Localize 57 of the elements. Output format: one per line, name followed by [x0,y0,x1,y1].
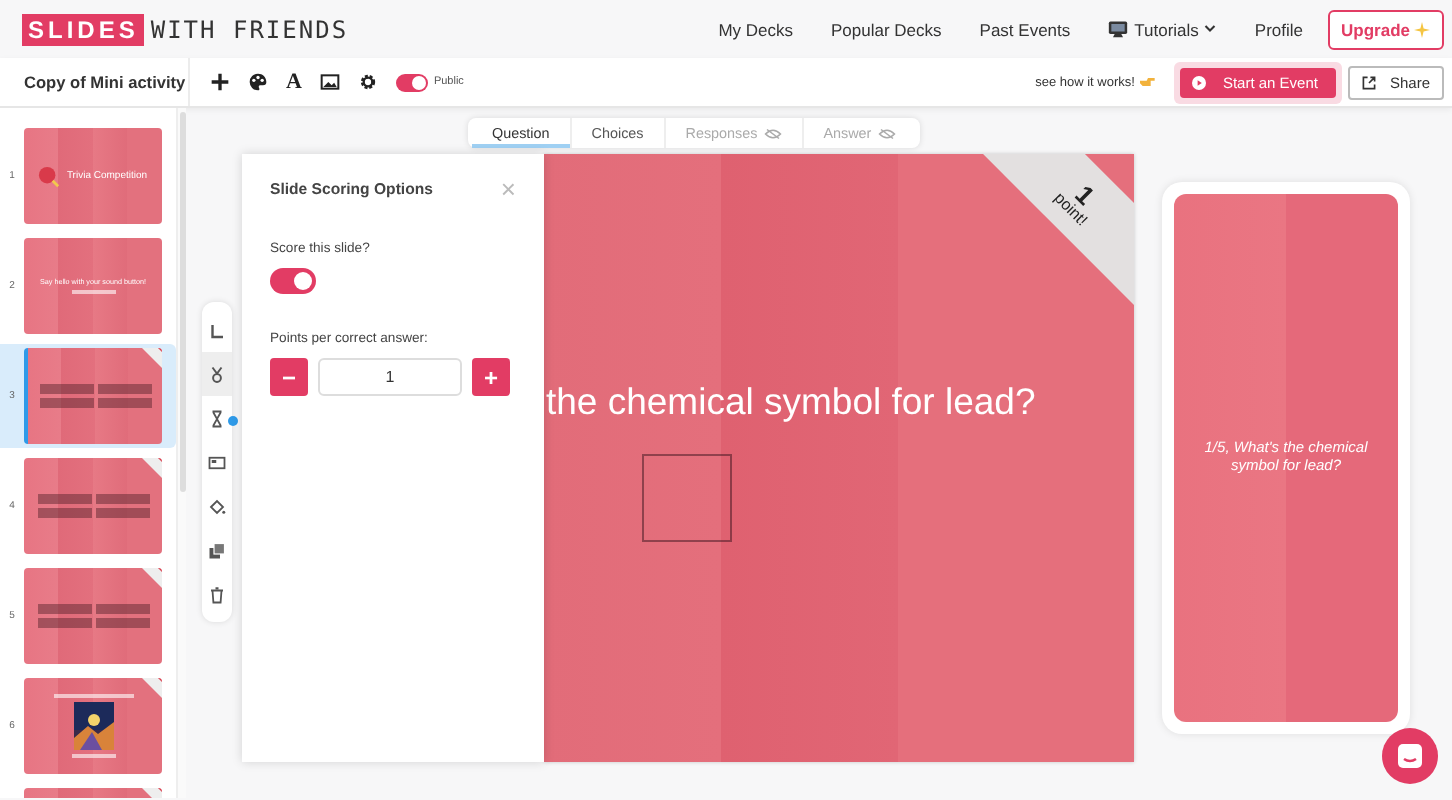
slide-thumbnail[interactable] [24,348,162,444]
play-icon [1192,75,1207,89]
score-toggle[interactable] [270,268,316,294]
choice-bar [95,604,149,614]
slide-thumbnail[interactable] [24,458,162,554]
choice-bar [95,494,149,504]
image-icon [208,453,226,471]
sparkle-icon [1414,21,1430,37]
choice-bar [97,398,151,408]
delete-icon [208,585,226,603]
nav-link[interactable]: My Decks [718,19,793,39]
font-icon[interactable]: A [286,70,302,94]
pointing-hand-icon [1140,76,1157,88]
choice-bar [37,508,91,518]
chat-button[interactable] [1382,728,1438,784]
palette-icon[interactable] [248,72,268,92]
upgrade-button[interactable]: Upgrade [1327,9,1444,49]
nav-link[interactable]: Past Events [979,19,1071,39]
choice-bar [37,618,91,628]
image-icon[interactable] [319,72,340,92]
tutorials-menu[interactable]: Tutorials [1108,19,1217,39]
hidden-eye-icon [763,127,782,139]
choice-bar [97,384,151,394]
monitor-icon [1108,20,1129,38]
tool-button[interactable] [202,352,232,396]
add-icon[interactable] [210,72,230,92]
decrement-button[interactable]: − [270,358,308,396]
points-field[interactable]: 1 [318,358,462,396]
caret-icon [1204,24,1217,34]
hourglass-icon [208,409,226,427]
settings-icon[interactable] [357,72,378,92]
slide-thumbnail[interactable] [24,678,162,774]
deck-title[interactable]: Copy of Mini activity [0,58,190,106]
choice-bar [37,494,91,504]
increment-button[interactable]: + [472,358,510,396]
axis-icon [208,321,226,339]
logo-mark[interactable]: SLIDES [22,13,145,45]
nav-link[interactable]: Popular Decks [831,19,942,39]
choice-bar [39,384,93,394]
public-toggle[interactable] [395,73,428,91]
logo-text[interactable]: WITH FRIENDS [150,15,349,43]
text-line [71,290,115,294]
choice-bar [39,398,93,408]
chat-icon [1396,742,1424,770]
choice-bar [37,604,91,614]
hidden-eye-icon [877,127,896,139]
nav-link[interactable]: Profile [1254,19,1304,39]
paint-bucket-icon [208,497,226,515]
text-line [53,694,133,698]
ping-pong-paddle-icon [38,165,61,187]
choice-bar [95,508,149,518]
medal-icon [208,365,226,383]
copy-icon [208,541,226,559]
choice-bar [95,618,149,628]
slide-thumbnail[interactable] [24,568,162,664]
external-link-icon [1361,75,1376,89]
text-line [71,754,115,758]
